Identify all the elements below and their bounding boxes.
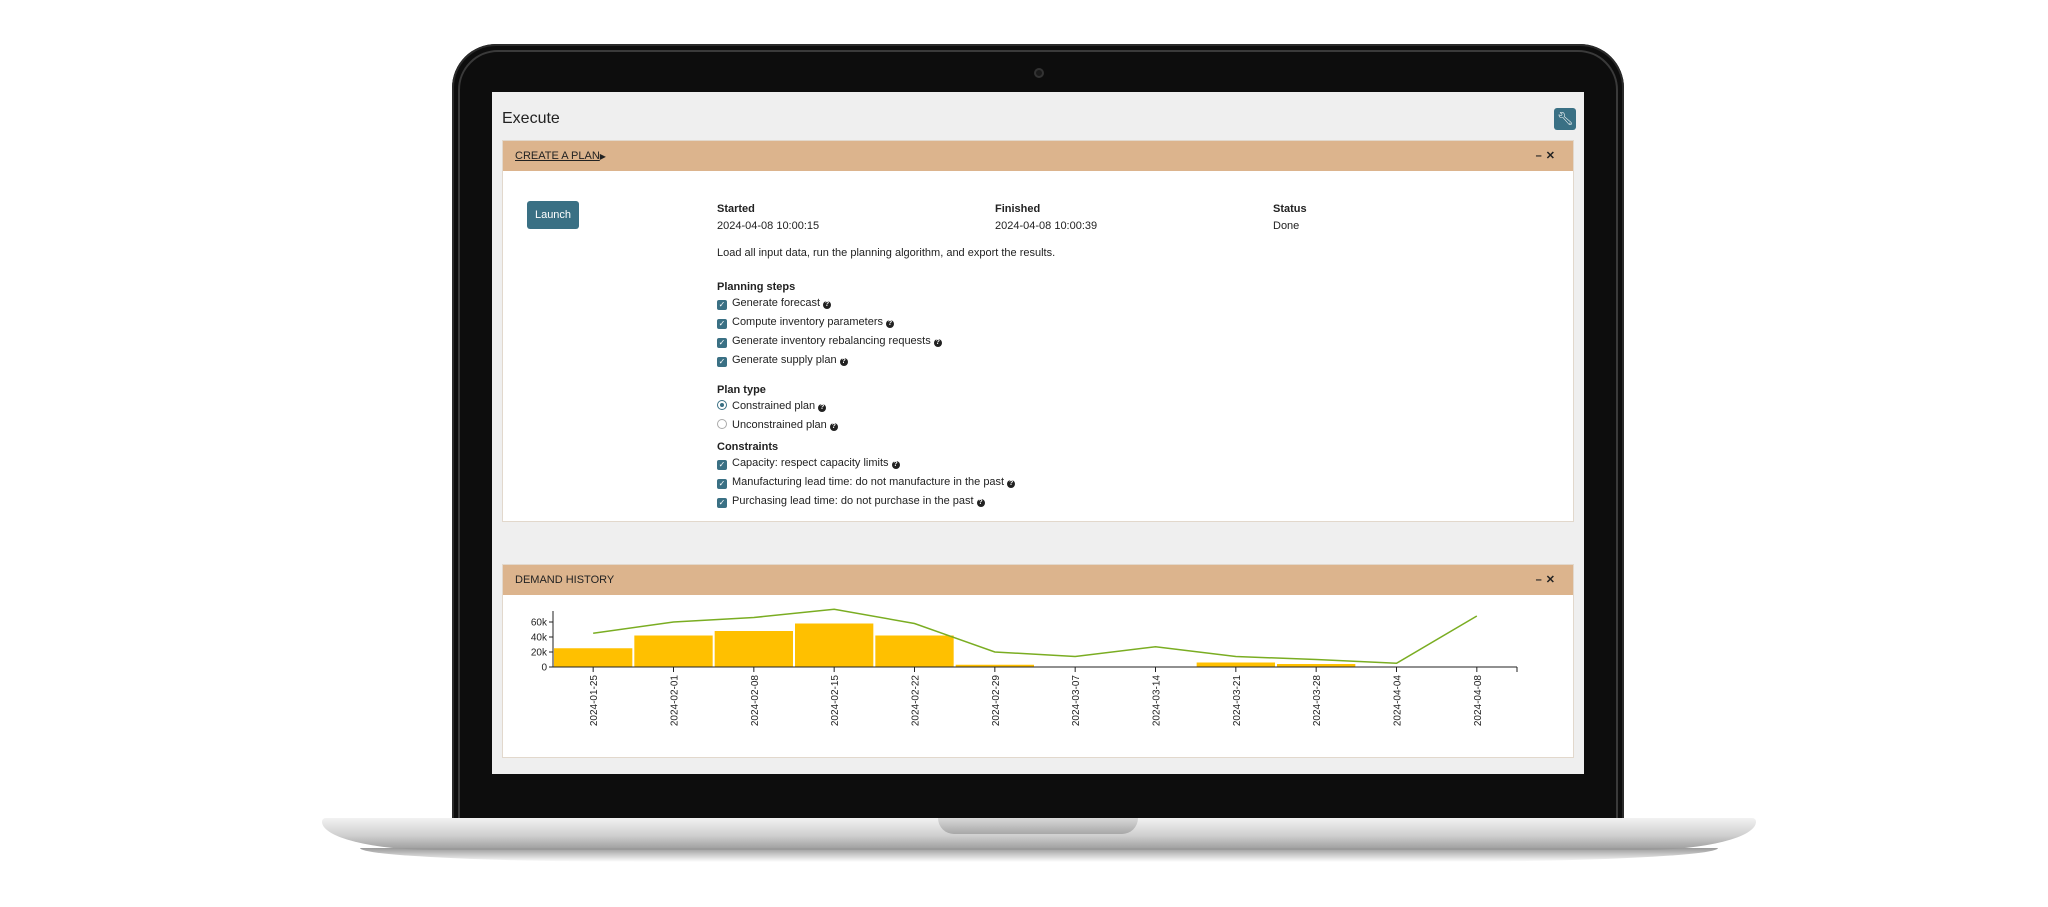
step-generate-forecast[interactable]: ✓ Generate forecast? [717, 296, 832, 310]
x-tick-label: 2024-02-01 [670, 675, 681, 727]
close-icon[interactable]: ✕ [1546, 574, 1559, 586]
chart-bar [795, 623, 874, 667]
create-plan-link[interactable]: CREATE A PLAN [515, 150, 600, 162]
checkbox-checked-icon[interactable]: ✓ [717, 498, 727, 508]
chart-bar [554, 648, 633, 667]
caret-right-icon: ▶ [599, 152, 606, 161]
radio-unselected-icon[interactable] [717, 419, 727, 429]
create-plan-header: CREATE A PLAN▶ –✕ [503, 141, 1573, 171]
radio-selected-icon[interactable] [717, 400, 727, 410]
help-icon[interactable]: ? [839, 358, 848, 366]
x-tick-label: 2024-03-28 [1312, 675, 1323, 727]
status-value: Done [1273, 220, 1300, 232]
started-label: Started [717, 203, 755, 215]
launch-button[interactable]: Launch [527, 201, 579, 229]
finished-value: 2024-04-08 10:00:39 [995, 220, 1098, 232]
create-plan-widget-continued: Constraints ✓ Capacity: respect capacity … [502, 441, 1574, 522]
checkbox-checked-icon[interactable]: ✓ [717, 338, 727, 348]
constraint-manufacturing[interactable]: ✓ Manufacturing lead time: do not manufac… [717, 475, 1016, 489]
help-icon[interactable]: ? [886, 320, 895, 328]
planning-steps-title: Planning steps [717, 281, 796, 293]
constraints-title: Constraints [717, 441, 779, 453]
help-icon[interactable]: ? [818, 404, 827, 412]
y-tick-label: 20k [531, 648, 548, 659]
camera-icon [1034, 68, 1044, 78]
demand-history-header: DEMAND HISTORY –✕ [503, 565, 1573, 595]
plan-type-unconstrained[interactable]: Unconstrained plan? [717, 418, 838, 432]
checkbox-checked-icon[interactable]: ✓ [717, 300, 727, 310]
checkbox-checked-icon[interactable]: ✓ [717, 357, 727, 367]
plan-type-title: Plan type [717, 384, 766, 396]
y-tick-label: 40k [531, 633, 548, 644]
help-icon[interactable]: ? [891, 461, 900, 469]
x-tick-label: 2024-02-29 [991, 675, 1002, 727]
constraint-purchasing[interactable]: ✓ Purchasing lead time: do not purchase i… [717, 494, 985, 508]
close-icon[interactable]: ✕ [1546, 150, 1559, 162]
minimize-icon[interactable]: – [1536, 150, 1546, 162]
help-icon[interactable]: ? [823, 301, 832, 309]
help-icon[interactable]: ? [1007, 480, 1016, 488]
help-icon[interactable]: ? [976, 499, 985, 507]
create-plan-widget: CREATE A PLAN▶ –✕ Launch Started 2024-04… [502, 140, 1574, 452]
minimize-icon[interactable]: – [1536, 574, 1546, 586]
step-supply-plan[interactable]: ✓ Generate supply plan? [717, 353, 848, 367]
x-tick-label: 2024-02-22 [911, 675, 922, 727]
chart-bar [1196, 662, 1275, 667]
checkbox-checked-icon[interactable]: ✓ [717, 460, 727, 470]
step-compute-inventory[interactable]: ✓ Compute inventory parameters? [717, 315, 895, 329]
x-tick-label: 2024-04-08 [1473, 675, 1484, 727]
x-tick-label: 2024-02-15 [830, 675, 841, 727]
plan-type-constrained[interactable]: Constrained plan? [717, 399, 827, 413]
x-tick-label: 2024-03-07 [1071, 675, 1082, 727]
step-rebalancing[interactable]: ✓ Generate inventory rebalancing requests… [717, 334, 942, 348]
started-value: 2024-04-08 10:00:15 [717, 220, 820, 232]
x-tick-label: 2024-03-21 [1232, 675, 1243, 727]
chart-bar [875, 635, 954, 667]
checkbox-checked-icon[interactable]: ✓ [717, 319, 727, 329]
demand-history-title: DEMAND HISTORY [515, 574, 615, 586]
x-tick-label: 2024-01-25 [589, 675, 600, 727]
screen: Execute 🔧︎ CREATE A PLAN▶ –✕ Launch Star… [492, 92, 1584, 774]
page-title: Execute [502, 110, 560, 127]
demand-history-chart: 0 20k 40k 60k 2024-01-25 2024-02-01 2024-02-08… [531, 608, 1518, 727]
finished-label: Finished [995, 203, 1041, 215]
x-tick-label: 2024-04-04 [1393, 675, 1404, 727]
chart-bar [634, 635, 713, 667]
x-tick-label: 2024-03-14 [1152, 675, 1163, 727]
constraint-capacity[interactable]: ✓ Capacity: respect capacity limits? [717, 456, 900, 470]
plan-description: Load all input data, run the planning al… [717, 247, 1056, 259]
x-tick-label: 2024-02-08 [750, 675, 761, 727]
help-icon[interactable]: ? [829, 423, 838, 431]
status-label: Status [1273, 203, 1307, 215]
y-tick-label: 60k [531, 618, 548, 629]
help-icon[interactable]: ? [933, 339, 942, 347]
demand-history-widget: DEMAND HISTORY –✕ 0 20k 40k 60k 2024-01-25 20… [502, 564, 1574, 758]
wrench-icon[interactable]: 🔧︎ [1554, 108, 1576, 130]
chart-bar [714, 631, 793, 667]
laptop-notch [938, 818, 1138, 834]
checkbox-checked-icon[interactable]: ✓ [717, 479, 727, 489]
laptop-shadow [360, 848, 1718, 862]
y-tick-label: 0 [541, 663, 547, 674]
